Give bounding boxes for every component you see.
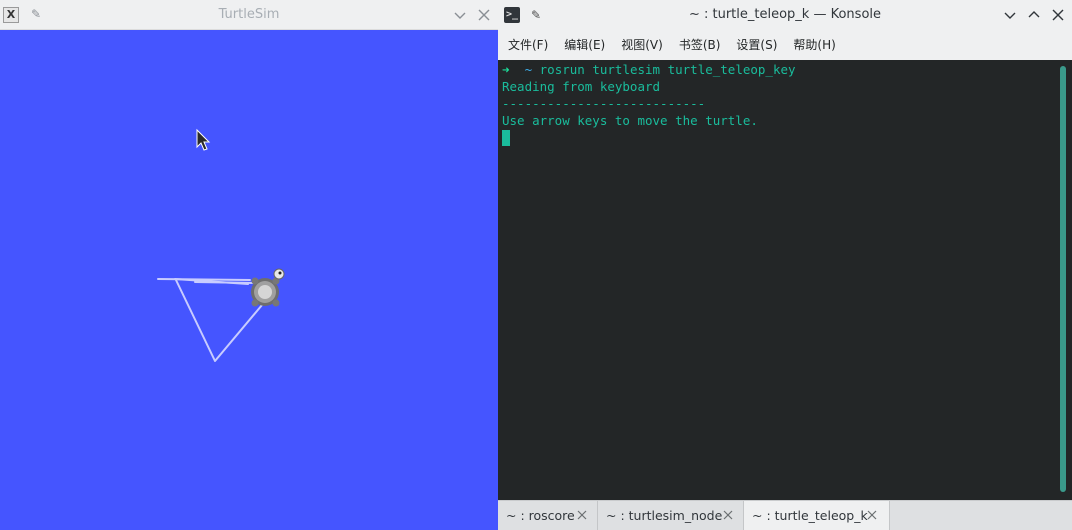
terminal-output-line: Use arrow keys to move the turtle. [502,113,758,128]
terminal-output-line: Reading from keyboard [502,79,661,94]
turtle-trail [157,278,263,362]
tab-close-icon[interactable] [722,509,734,521]
terminal-command: rosrun turtlesim turtle_teleop_key [539,62,796,77]
tab-turtlesim-node[interactable]: ~ : turtlesim_node [598,501,744,530]
tab-label: ~ : roscore [506,508,575,523]
tab-turtle-teleop-k[interactable]: ~ : turtle_teleop_k [744,501,890,530]
mouse-cursor-icon [196,128,211,151]
close-icon[interactable] [1050,7,1066,23]
terminal-area[interactable]: ➜ ~ rosrun turtlesim turtle_teleop_key R… [498,60,1072,500]
minimize-chevron-icon[interactable] [452,7,468,23]
menu-bookmarks[interactable]: 书签(B) [671,30,729,60]
turtle-icon [251,268,285,307]
tab-label: ~ : turtlesim_node [606,508,723,523]
turtlesim-window: X ✎ TurtleSim [0,0,498,530]
maximize-chevron-icon[interactable] [1026,7,1042,23]
turtlesim-window-title: TurtleSim [218,7,280,22]
prompt-arrow: ➜ [502,62,510,77]
menu-help[interactable]: 帮助(H) [785,30,843,60]
minimize-chevron-icon[interactable] [1002,7,1018,23]
konsole-menubar: 文件(F) 编辑(E) 视图(V) 书签(B) 设置(S) 帮助(H) [498,30,1072,60]
konsole-tabbar: ~ : roscore ~ : turtlesim_node ~ : turtl… [498,500,1072,530]
turtlesim-titlebar[interactable]: X ✎ TurtleSim [0,0,498,30]
scrollbar-thumb[interactable] [1060,66,1066,492]
menu-edit[interactable]: 编辑(E) [556,30,613,60]
konsole-window: >_ ✎ ~ : turtle_teleop_k — Konsole 文件(F)… [498,0,1072,530]
close-icon[interactable] [476,7,492,23]
tab-close-icon[interactable] [576,509,588,521]
terminal-output-line: --------------------------- [502,96,706,111]
menu-view[interactable]: 视图(V) [613,30,671,60]
tab-roscore[interactable]: ~ : roscore [498,501,598,530]
prompt-directory: ~ [524,62,533,77]
turtlesim-canvas [157,128,285,362]
menu-file[interactable]: 文件(F) [500,30,556,60]
tab-label: ~ : turtle_teleop_k [752,508,868,523]
terminal-prompt-line: ➜ ~ rosrun turtlesim turtle_teleop_key [502,61,796,78]
terminal-cursor [502,130,510,146]
menu-settings[interactable]: 设置(S) [728,30,785,60]
konsole-window-title: ~ : turtle_teleop_k — Konsole [688,7,882,22]
terminal-scrollbar[interactable] [1060,66,1066,492]
tab-close-icon[interactable] [866,509,878,521]
konsole-titlebar[interactable]: >_ ✎ ~ : turtle_teleop_k — Konsole [498,0,1072,30]
